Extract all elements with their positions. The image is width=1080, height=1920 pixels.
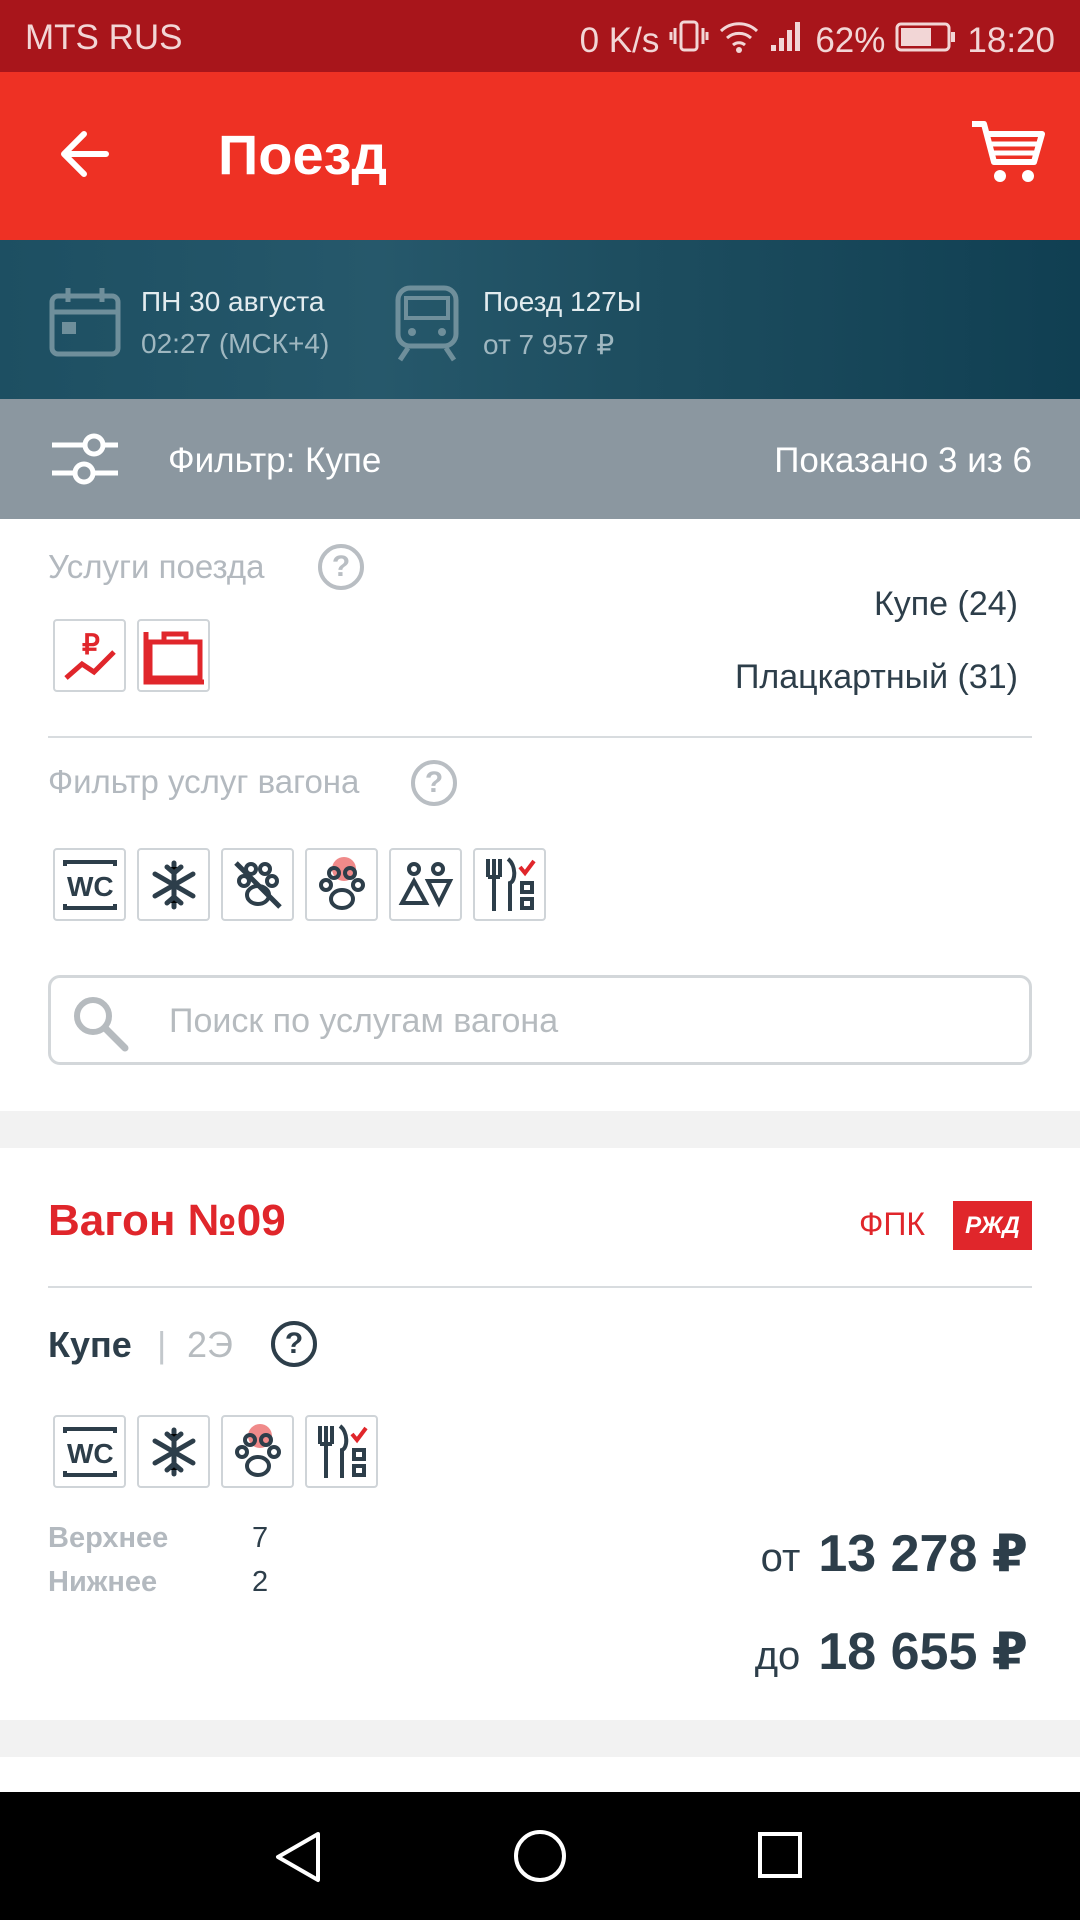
- car-services-filter-title: Фильтр услуг вагона: [48, 763, 360, 800]
- family-icon[interactable]: [389, 848, 462, 921]
- filter-sliders-icon: [50, 431, 120, 496]
- search-icon: [74, 997, 129, 1052]
- back-button[interactable]: [56, 124, 116, 184]
- price-from-value: 13 278 ₽: [818, 1525, 1028, 1583]
- svg-text:₽: ₽: [82, 629, 100, 660]
- svg-text:WC: WC: [67, 1438, 114, 1469]
- calendar-icon: [48, 286, 122, 363]
- page-title: Поезд: [218, 123, 387, 186]
- search-placeholder: Поиск по услугам вагона: [169, 1002, 559, 1040]
- recents-nav-icon[interactable]: [756, 1830, 804, 1880]
- price-from-prefix: от: [760, 1536, 801, 1580]
- trip-summary: ПН 30 августа 02:27 (МСК+4) Поезд 127Ы о…: [0, 240, 1080, 399]
- svg-text:WC: WC: [67, 871, 114, 902]
- snowflake-icon[interactable]: [137, 848, 210, 921]
- help-icon[interactable]: ?: [411, 760, 457, 806]
- no-pets-icon[interactable]: [221, 848, 294, 921]
- help-icon[interactable]: ?: [271, 1321, 317, 1367]
- app-bar: Поезд: [0, 72, 1080, 240]
- class-platzkart[interactable]: Плацкартный (31): [735, 658, 1018, 697]
- seat-upper-count: 7: [252, 1522, 269, 1554]
- seat-lower-count: 2: [252, 1566, 269, 1598]
- vibrate-icon: [669, 18, 709, 63]
- price-to: до 18 655 ₽: [755, 1622, 1028, 1682]
- cart-button[interactable]: [970, 118, 1046, 188]
- seat-upper-label: Верхнее: [48, 1522, 169, 1554]
- train-number: Поезд 127Ы: [483, 286, 642, 317]
- wc-icon[interactable]: WC: [53, 848, 126, 921]
- trip-time: 02:27 (МСК+4): [141, 328, 330, 359]
- car-class: Купе: [48, 1324, 132, 1365]
- car-title: Вагон №09: [48, 1196, 286, 1245]
- system-nav-bar: [0, 1792, 1080, 1920]
- divider: [48, 736, 1032, 738]
- battery-icon: [895, 21, 957, 61]
- filter-bar[interactable]: Фильтр: Купе Показано 3 из 6: [0, 399, 1080, 519]
- cart-icon: [972, 121, 1045, 182]
- dynamic-price-icon[interactable]: ₽: [53, 619, 126, 692]
- train-icon: [394, 284, 460, 367]
- carrier-name: MTS RUS: [25, 18, 183, 57]
- car-card[interactable]: Вагон №09 ФПК РЖД Купе | 2Э ? WC Верхнее…: [0, 1148, 1080, 1720]
- services-search-input[interactable]: Поиск по услугам вагона: [48, 975, 1032, 1065]
- signal-icon: [769, 19, 805, 62]
- car-carrier: ФПК: [859, 1206, 925, 1242]
- home-nav-icon[interactable]: [512, 1828, 568, 1884]
- trip-date: ПН 30 августа: [141, 286, 325, 317]
- filter-label: Фильтр: Купе: [168, 441, 382, 480]
- help-icon[interactable]: ?: [318, 544, 364, 590]
- food-icon: [305, 1415, 378, 1488]
- rzd-logo: РЖД: [953, 1201, 1032, 1250]
- back-nav-icon[interactable]: [272, 1830, 324, 1884]
- section-gap: [0, 1111, 1080, 1148]
- seat-lower-label: Нижнее: [48, 1566, 158, 1598]
- pets-icon[interactable]: [305, 848, 378, 921]
- battery-percent: 62%: [815, 20, 886, 60]
- train-services-title: Услуги поезда: [48, 548, 265, 585]
- wc-icon: WC: [53, 1415, 126, 1488]
- network-speed: 0 K/s: [579, 20, 660, 60]
- arrow-left-icon: [61, 131, 109, 177]
- pets-icon: [221, 1415, 294, 1488]
- snowflake-icon: [137, 1415, 210, 1488]
- divider: [48, 1286, 1032, 1288]
- status-bar: MTS RUS 0 K/s 62% 18:20: [0, 0, 1080, 72]
- wifi-icon: [719, 19, 759, 62]
- class-coupe[interactable]: Купе (24): [874, 585, 1018, 624]
- price-to-prefix: до: [754, 1634, 801, 1678]
- price-from: от 13 278 ₽: [761, 1524, 1028, 1584]
- car-subclass: 2Э: [187, 1324, 233, 1365]
- class-separator: |: [157, 1324, 167, 1365]
- luggage-icon[interactable]: [137, 619, 210, 692]
- train-min-price: от 7 957 ₽: [483, 329, 615, 360]
- status-icons: 0 K/s 62% 18:20: [580, 18, 1055, 63]
- section-gap: [0, 1720, 1080, 1757]
- clock: 18:20: [967, 20, 1055, 60]
- results-count: Показано 3 из 6: [774, 441, 1032, 480]
- food-icon[interactable]: [473, 848, 546, 921]
- price-to-value: 18 655 ₽: [818, 1623, 1028, 1681]
